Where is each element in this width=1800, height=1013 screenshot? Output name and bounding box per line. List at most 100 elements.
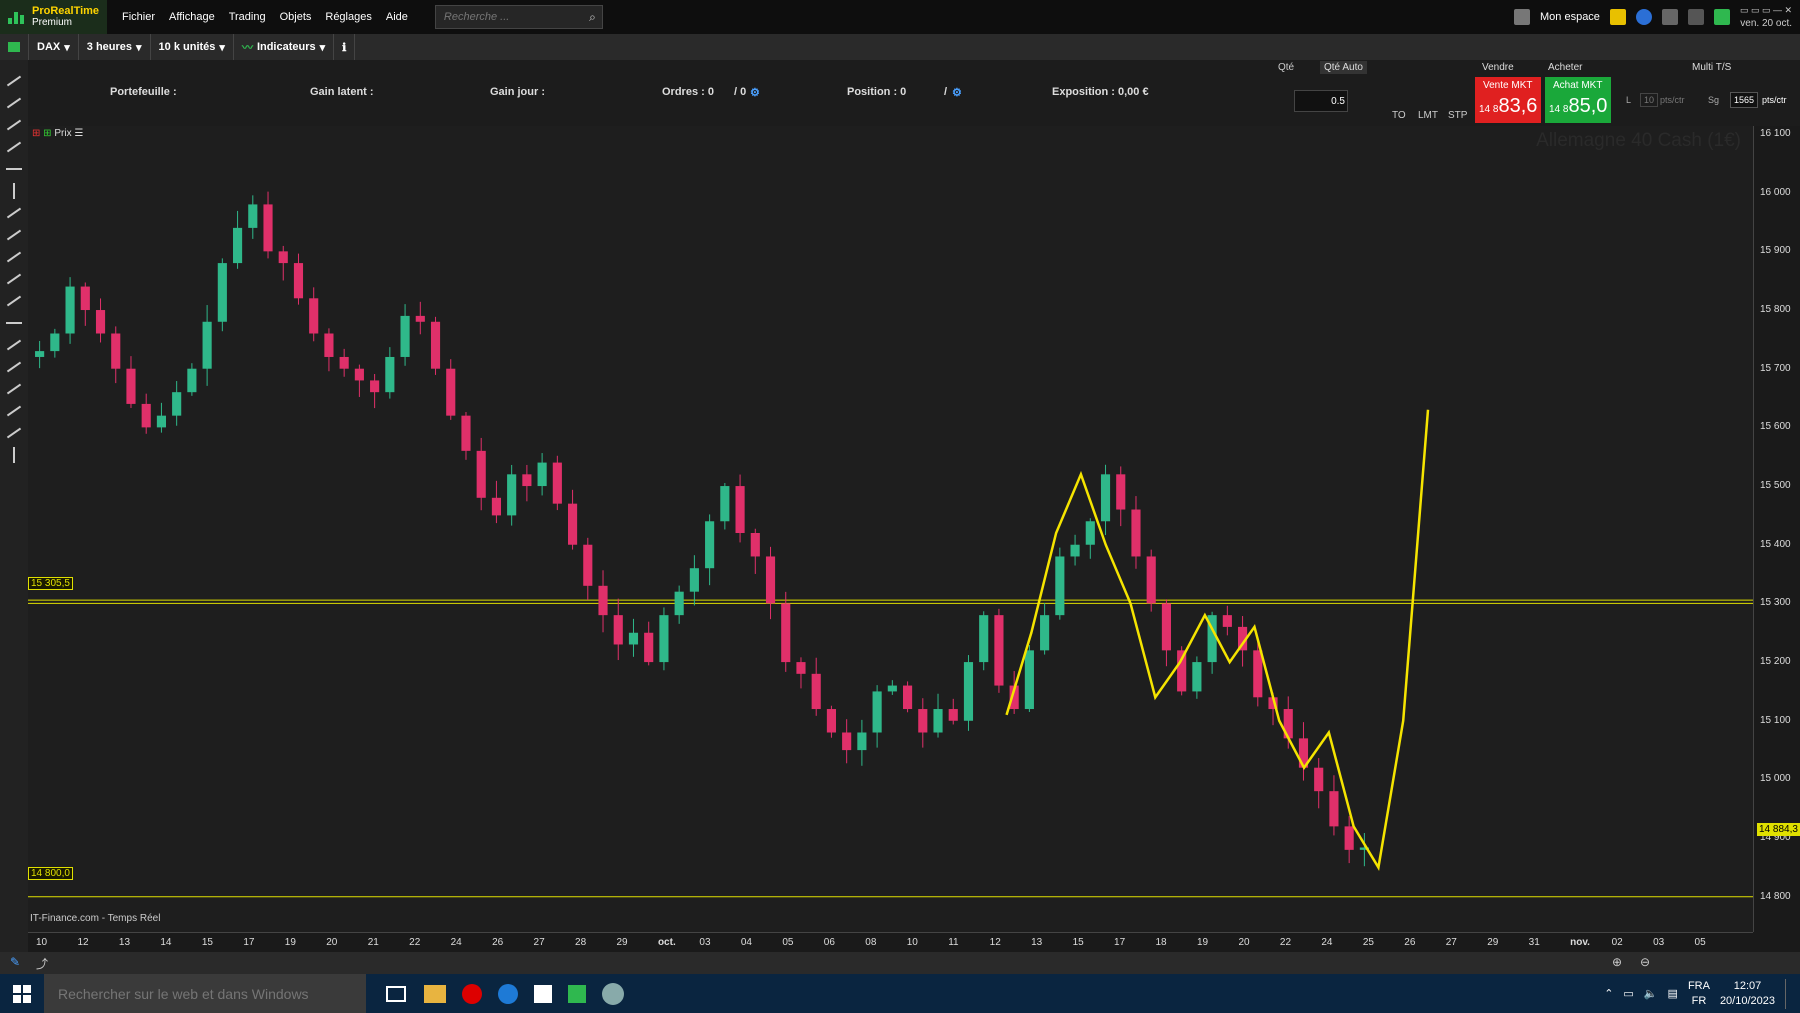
arc-tool-icon[interactable]	[6, 427, 22, 439]
buy-price-prefix: 14 8	[1549, 104, 1569, 115]
menu-reglages[interactable]: Réglages	[318, 11, 378, 23]
to-button[interactable]: TO	[1392, 110, 1406, 121]
qty-input[interactable]	[1294, 90, 1348, 112]
flag-icon[interactable]	[1609, 9, 1626, 25]
channel-tool-icon[interactable]	[6, 207, 22, 219]
workspace-selector[interactable]: Mon espace	[1540, 11, 1600, 23]
multi-ts-toggle[interactable]: Multi T/S	[1692, 62, 1731, 73]
trendline-tool-icon[interactable]	[6, 141, 22, 153]
ellipse-tool-icon[interactable]	[6, 361, 22, 373]
status-icon[interactable]	[1713, 9, 1730, 25]
menu-trading[interactable]: Trading	[222, 11, 273, 23]
candle-body	[811, 673, 821, 710]
units-selector[interactable]: 10 k unités ▾	[151, 34, 234, 60]
zoom-out-icon[interactable]: ⊖	[1640, 955, 1650, 969]
pencil-tool-icon[interactable]	[6, 295, 22, 307]
pitchfork-tool-icon[interactable]	[6, 251, 22, 263]
task-view-icon[interactable]	[386, 985, 406, 1002]
drawing-mode-icon[interactable]: ✎	[10, 955, 20, 969]
show-desktop-button[interactable]	[1785, 978, 1790, 1009]
volume-icon[interactable]: 🔈	[1644, 987, 1658, 1000]
fibonacci-tool-icon[interactable]	[6, 229, 22, 241]
segment-tool-icon[interactable]	[6, 97, 22, 109]
notifications-icon[interactable]: ▤	[1668, 987, 1678, 1000]
file-explorer-icon[interactable]	[424, 984, 446, 1003]
line-tool-icon[interactable]	[6, 75, 22, 87]
ruler-tool-icon[interactable]	[6, 339, 22, 351]
horizontal-line-tool-icon[interactable]	[6, 168, 22, 170]
y-tick-label: 15 500	[1760, 480, 1791, 492]
screener-icon[interactable]	[1687, 9, 1704, 25]
time-axis[interactable]: 10 12 13 14 15 17 19 20 21 22 24 26 27 28 29 oct. 03 04 05…	[28, 932, 1753, 953]
opera-icon[interactable]	[462, 983, 482, 1004]
share-icon[interactable]: ⤴	[36, 955, 48, 972]
candle-body	[263, 204, 273, 252]
language-indicator[interactable]: FRA FR	[1688, 979, 1710, 1009]
sound-icon[interactable]	[1635, 9, 1652, 25]
lmt-button[interactable]: LMT	[1418, 110, 1438, 121]
candle-body	[644, 632, 654, 663]
menu-affichage[interactable]: Affichage	[162, 11, 222, 23]
ray-tool-icon[interactable]	[6, 119, 22, 131]
x-tick-label: 08	[865, 937, 877, 948]
chevron-down-icon: ▾	[219, 41, 225, 54]
x-tick-label: 02	[1611, 937, 1623, 948]
menu-fichier[interactable]: Fichier	[115, 11, 162, 23]
window-controls[interactable]: ▭ ▭ ▭ — ✕	[1740, 4, 1792, 17]
day-gain-label: Gain jour :	[490, 86, 545, 98]
prorealtime-taskbar-icon[interactable]	[568, 984, 586, 1003]
sg-input[interactable]: 1565	[1730, 92, 1759, 108]
order-panel: Qté Qté Auto TO LMT STP Vendre Acheter V…	[1228, 60, 1800, 126]
menu-aide[interactable]: Aide	[379, 11, 415, 23]
triangle-tool-icon[interactable]	[6, 405, 22, 417]
clock[interactable]: 12:07 20/10/2023	[1720, 979, 1775, 1009]
windows-start-icon[interactable]	[0, 974, 44, 1013]
instrument-selector[interactable]: DAX ▾	[29, 34, 79, 60]
store-icon[interactable]	[534, 984, 552, 1003]
paint-icon[interactable]	[602, 982, 624, 1005]
chart-type-icon[interactable]	[0, 34, 29, 60]
x-tick-label: 19	[284, 937, 296, 948]
x-tick-label: 15	[1072, 937, 1084, 948]
stp-button[interactable]: STP	[1448, 110, 1467, 121]
info-icon[interactable]: ℹ	[334, 34, 356, 60]
taskbar-search-input[interactable]	[56, 984, 360, 1003]
price-axis[interactable]: 16 100 16 000 15 900 15 800 15 700 15 600 15 5…	[1753, 126, 1800, 932]
x-tick-label: 05	[782, 937, 794, 948]
candle-body	[689, 568, 699, 592]
x-tick-label: 04	[740, 937, 752, 948]
rectangle-tool-icon[interactable]	[6, 322, 22, 324]
y-tick-label: 15 200	[1760, 656, 1791, 668]
timeframe-selector[interactable]: 3 heures ▾	[79, 34, 151, 60]
save-icon[interactable]	[1514, 9, 1530, 25]
sell-market-button[interactable]: Vente MKT 14 883,6	[1475, 77, 1541, 123]
vertical-line-tool-icon[interactable]	[13, 183, 15, 199]
network-icon[interactable]: ▭	[1623, 987, 1633, 1000]
zoom-in-icon[interactable]: ⊕	[1612, 955, 1622, 969]
chart-bottom-bar: ✎ ⤴ ⊕ ⊖	[0, 952, 1800, 974]
orders-settings-icon[interactable]: ⚙	[750, 86, 760, 99]
qty-auto-button[interactable]: Qté Auto	[1320, 61, 1367, 74]
buy-market-button[interactable]: Achat MKT 14 885,0	[1545, 77, 1611, 123]
menu-objets[interactable]: Objets	[273, 11, 319, 23]
candle-body	[309, 298, 319, 334]
l-input[interactable]: 10	[1640, 93, 1659, 107]
y-tick-label: 16 100	[1760, 128, 1791, 139]
alerts-icon[interactable]	[1661, 9, 1678, 25]
y-tick-label: 15 600	[1760, 421, 1791, 433]
price-chart[interactable]: ⊞ ⊞ Prix ☰ Allemagne 40 Cash (1€) IT-Fin…	[28, 126, 1753, 932]
indicators-button[interactable]: 〰 Indicateurs ▾	[234, 34, 335, 60]
edge-icon[interactable]	[498, 983, 518, 1004]
search-input[interactable]	[441, 10, 576, 24]
chevron-up-icon[interactable]: ⌃	[1604, 987, 1613, 1000]
l-checkbox[interactable]: L	[1626, 95, 1631, 105]
wave-tool-icon[interactable]	[6, 273, 22, 285]
candle-body	[1131, 509, 1141, 557]
arrow-up-tool-icon[interactable]	[13, 447, 15, 463]
circle-tool-icon[interactable]	[6, 383, 22, 395]
search-icon[interactable]: ⌕	[589, 10, 596, 25]
position-settings-icon[interactable]: ⚙	[952, 86, 962, 99]
sg-checkbox[interactable]: Sg	[1708, 95, 1719, 105]
prorealtime-logo-icon	[8, 10, 26, 24]
x-tick-label: 26	[492, 937, 504, 948]
